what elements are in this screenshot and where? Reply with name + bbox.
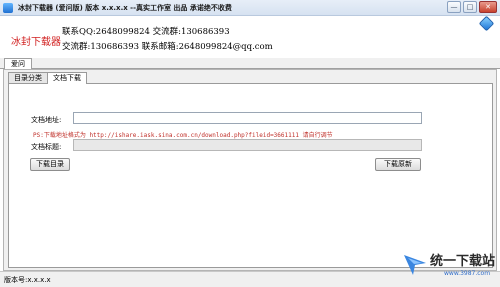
arrow-logo-icon	[404, 255, 426, 275]
window-controls: — □ ✕	[447, 1, 497, 13]
version-status: 版本号:x.x.x.x	[4, 276, 51, 284]
app-icon	[3, 3, 13, 13]
maximize-button[interactable]: □	[463, 1, 477, 13]
url-input[interactable]	[73, 112, 422, 124]
tab-iask[interactable]: 爱问	[4, 58, 32, 69]
tab-document-download[interactable]: 文档下载	[47, 72, 87, 84]
download-document-button[interactable]: 下载原新	[375, 158, 421, 171]
contact-line-2: 交流群:130686393 联系邮箱:2648099824@qq.com	[62, 42, 273, 52]
title-label: 文档标题:	[31, 143, 62, 151]
title-input	[73, 139, 422, 151]
contact-line-1: 联系QQ:2648099824 交流群:130686393	[62, 27, 230, 37]
header: 冰封下载器 联系QQ:2648099824 交流群:130686393 交流群:…	[0, 15, 500, 60]
minimize-button[interactable]: —	[447, 1, 461, 13]
title-bar: 冰封下载器 (爱问版) 版本 x.x.x.x --真实工作室 出品 承诺绝不收费…	[0, 0, 500, 16]
window-title: 冰封下载器 (爱问版) 版本 x.x.x.x --真实工作室 出品 承诺绝不收费	[18, 4, 232, 12]
inner-tab-bar: 目录分类 文档下载	[8, 72, 87, 84]
close-button[interactable]: ✕	[479, 1, 497, 13]
url-format-hint: PS:下载地址格式为 http://ishare.iask.sina.com.c…	[33, 132, 333, 139]
gem-icon[interactable]	[478, 15, 495, 32]
watermark-url: www.3987.com	[444, 270, 491, 277]
url-label: 文档地址:	[31, 116, 62, 124]
document-download-panel: 文档地址: PS:下载地址格式为 http://ishare.iask.sina…	[8, 83, 493, 268]
download-directory-button[interactable]: 下载目录	[30, 158, 70, 171]
main-panel: 目录分类 文档下载 文档地址: PS:下载地址格式为 http://ishare…	[3, 69, 497, 271]
site-watermark: 统一下载站 www.3987.com	[402, 248, 496, 284]
outer-tab-bar: 爱问	[0, 58, 500, 69]
brand-name: 冰封下载器	[11, 37, 61, 48]
watermark-text: 统一下载站	[430, 254, 496, 269]
tab-directory-category[interactable]: 目录分类	[8, 72, 48, 83]
